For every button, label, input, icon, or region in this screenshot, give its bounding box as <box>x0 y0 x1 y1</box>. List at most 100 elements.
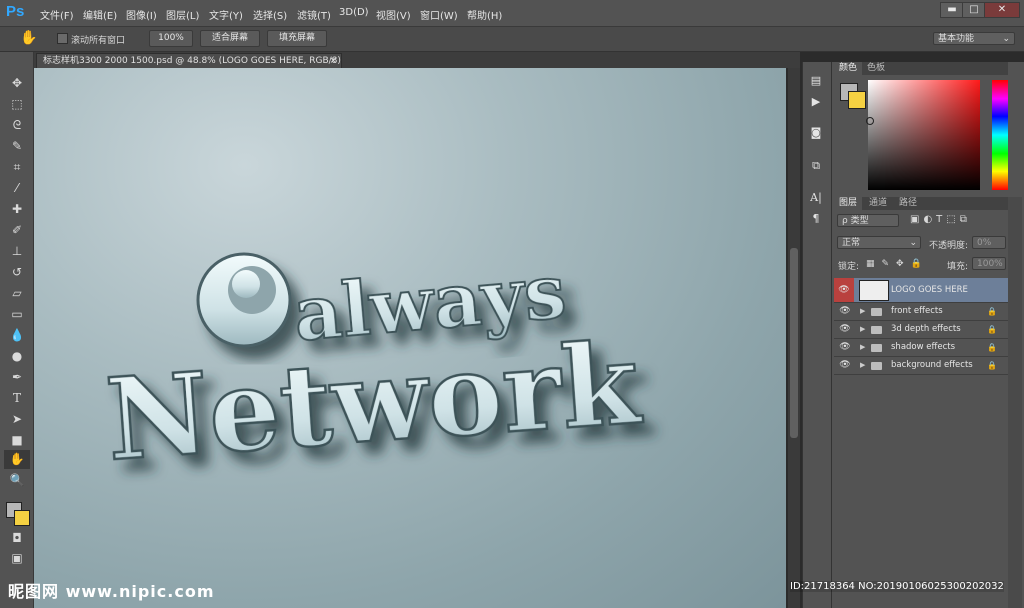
path-select-icon[interactable]: ➤ <box>4 410 30 429</box>
pen-tool-icon[interactable]: ✒ <box>4 368 30 387</box>
visibility-eye-icon[interactable]: 👁 <box>838 321 852 338</box>
visibility-eye-icon[interactable]: 👁 <box>838 357 852 374</box>
menu-layer[interactable]: 图层(L) <box>166 7 199 22</box>
hand-tool-icon[interactable]: ✋ <box>20 30 37 46</box>
layer-name: background effects <box>891 360 973 370</box>
history-panel-icon[interactable]: ▤ <box>806 72 826 90</box>
logo-emblem <box>196 252 292 348</box>
document-tab[interactable]: 标志样机3300 2000 1500.psd @ 48.8% (LOGO GOE… <box>36 53 342 68</box>
layer-filter-icons[interactable]: ▣◐T⬚⧉ <box>910 214 971 225</box>
fit-screen-button[interactable]: 适合屏幕 <box>200 30 260 47</box>
maximize-button[interactable]: □ <box>962 2 986 18</box>
menu-filter[interactable]: 滤镜(T) <box>297 7 331 22</box>
menu-bar: Ps 文件(F) 编辑(E) 图像(I) 图层(L) 文字(Y) 选择(S) 滤… <box>0 0 1024 27</box>
zoom-tool-icon[interactable]: 🔍 <box>4 471 30 490</box>
actual-pixels-button[interactable]: 100% <box>149 30 193 47</box>
tab-swatches[interactable]: 色板 <box>862 62 890 75</box>
blend-mode-value: 正常 <box>842 238 861 248</box>
fill-screen-button[interactable]: 填充屏幕 <box>267 30 327 47</box>
opacity-input[interactable]: 0% <box>972 236 1006 249</box>
logo-mockup-artwork: always Network <box>101 248 647 488</box>
screen-mode-icon[interactable]: ▣ <box>4 549 30 568</box>
menu-edit[interactable]: 编辑(E) <box>83 7 117 22</box>
history-brush-icon[interactable]: ↺ <box>4 263 30 282</box>
expand-triangle-icon[interactable]: ▶ <box>860 357 865 374</box>
tab-channels[interactable]: 通道 <box>864 197 892 210</box>
document-canvas[interactable]: always Network <box>34 68 786 608</box>
tab-color[interactable]: 颜色 <box>834 62 863 75</box>
color-picker-field[interactable] <box>868 80 980 190</box>
scroll-all-checkbox[interactable] <box>57 33 68 44</box>
color-panel-background[interactable] <box>848 91 866 109</box>
eyedropper-tool-icon[interactable]: ⁄ <box>4 179 30 198</box>
menu-view[interactable]: 视图(V) <box>376 7 411 22</box>
tab-paths[interactable]: 路径 <box>894 197 922 210</box>
move-tool-icon[interactable]: ✥ <box>4 74 30 93</box>
paragraph-panel-icon[interactable]: ¶ <box>806 210 826 228</box>
marquee-tool-icon[interactable]: ⬚ <box>4 95 30 114</box>
lock-options-icons[interactable]: ▦✎✥🔒 <box>866 259 929 269</box>
gradient-tool-icon[interactable]: ▭ <box>4 305 30 324</box>
close-tab-icon[interactable]: × <box>329 54 337 69</box>
minimize-button[interactable]: ▬ <box>940 2 964 18</box>
crop-tool-icon[interactable]: ⌗ <box>4 158 30 177</box>
document-title: 标志样机3300 2000 1500.psd @ 48.8% (LOGO GOE… <box>43 56 341 66</box>
brush-tool-icon[interactable]: ✐ <box>4 221 30 240</box>
visibility-eye-icon[interactable]: 👁 <box>834 278 854 302</box>
folder-icon <box>871 362 882 370</box>
menu-type[interactable]: 文字(Y) <box>209 7 243 22</box>
layers-panel-scrollbar[interactable] <box>1008 197 1022 608</box>
workspace-dropdown[interactable]: 基本功能 ⌄ <box>933 32 1015 45</box>
menu-image[interactable]: 图像(I) <box>126 7 157 22</box>
eraser-tool-icon[interactable]: ▱ <box>4 284 30 303</box>
layer-row-3d-depth[interactable]: 👁 ▶ 3d depth effects 🔒 <box>834 321 1008 339</box>
hand-tool-active-icon[interactable]: ✋ <box>4 450 30 469</box>
expand-triangle-icon[interactable]: ▶ <box>860 339 865 356</box>
dodge-tool-icon[interactable]: ● <box>4 347 30 366</box>
expand-triangle-icon[interactable]: ▶ <box>860 303 865 320</box>
opacity-label: 不透明度: <box>929 241 969 251</box>
layer-row-front-effects[interactable]: 👁 ▶ front effects 🔒 <box>834 303 1008 321</box>
visibility-eye-icon[interactable]: 👁 <box>838 303 852 320</box>
character-panel-icon[interactable]: A| <box>806 189 826 207</box>
scrollbar-thumb[interactable] <box>790 248 798 438</box>
layer-name: 3d depth effects <box>891 324 961 334</box>
background-color-swatch[interactable] <box>14 510 30 526</box>
lasso-tool-icon[interactable]: ᘓ <box>4 116 30 135</box>
lock-label: 锁定: <box>838 262 860 272</box>
menu-file[interactable]: 文件(F) <box>40 7 74 22</box>
quick-select-tool-icon[interactable]: ✎ <box>4 137 30 156</box>
fill-input[interactable]: 100% <box>972 257 1006 270</box>
menu-window[interactable]: 窗口(W) <box>420 7 458 22</box>
menu-3d[interactable]: 3D(D) <box>339 7 369 18</box>
blur-tool-icon[interactable]: 💧 <box>4 326 30 345</box>
layer-filter-label: ρ 类型 <box>842 216 869 226</box>
fill-label: 填充: <box>947 262 969 272</box>
folder-icon <box>871 326 882 334</box>
healing-brush-icon[interactable]: ✚ <box>4 200 30 219</box>
layer-filter-dropdown[interactable]: ρ 类型 <box>837 214 899 227</box>
watermark-id: ID:21718364 NO:20190106025300202032 <box>790 581 1004 592</box>
layer-row-background[interactable]: 👁 ▶ background effects 🔒 <box>834 357 1008 375</box>
tab-layers[interactable]: 图层 <box>834 197 863 210</box>
clone-stamp-icon[interactable]: ⊥ <box>4 242 30 261</box>
adjustments-panel-icon[interactable]: ◙ <box>806 124 826 142</box>
visibility-eye-icon[interactable]: 👁 <box>838 339 852 356</box>
lock-icon: 🔒 <box>987 343 997 352</box>
rectangle-tool-icon[interactable]: ■ <box>4 431 30 450</box>
actions-panel-icon[interactable]: ▶ <box>806 93 826 111</box>
blend-mode-dropdown[interactable]: 正常 ⌄ <box>837 236 921 249</box>
layer-row-shadow[interactable]: 👁 ▶ shadow effects 🔒 <box>834 339 1008 357</box>
layer-row-logo[interactable]: 👁 LOGO GOES HERE <box>834 278 1008 303</box>
menu-select[interactable]: 选择(S) <box>253 7 287 22</box>
properties-panel-icon[interactable]: ⧉ <box>806 157 826 175</box>
layers-panel-tabs: 图层 通道 路径 <box>834 197 1008 210</box>
type-tool-icon[interactable]: T <box>4 389 30 408</box>
quick-mask-icon[interactable]: ◘ <box>4 529 30 548</box>
menu-help[interactable]: 帮助(H) <box>467 7 502 22</box>
scroll-all-label: 滚动所有窗口 <box>71 36 126 46</box>
close-window-button[interactable]: ✕ <box>984 2 1020 18</box>
chevron-down-icon: ⌄ <box>1002 34 1010 44</box>
hue-slider[interactable] <box>992 80 1008 190</box>
expand-triangle-icon[interactable]: ▶ <box>860 321 865 338</box>
